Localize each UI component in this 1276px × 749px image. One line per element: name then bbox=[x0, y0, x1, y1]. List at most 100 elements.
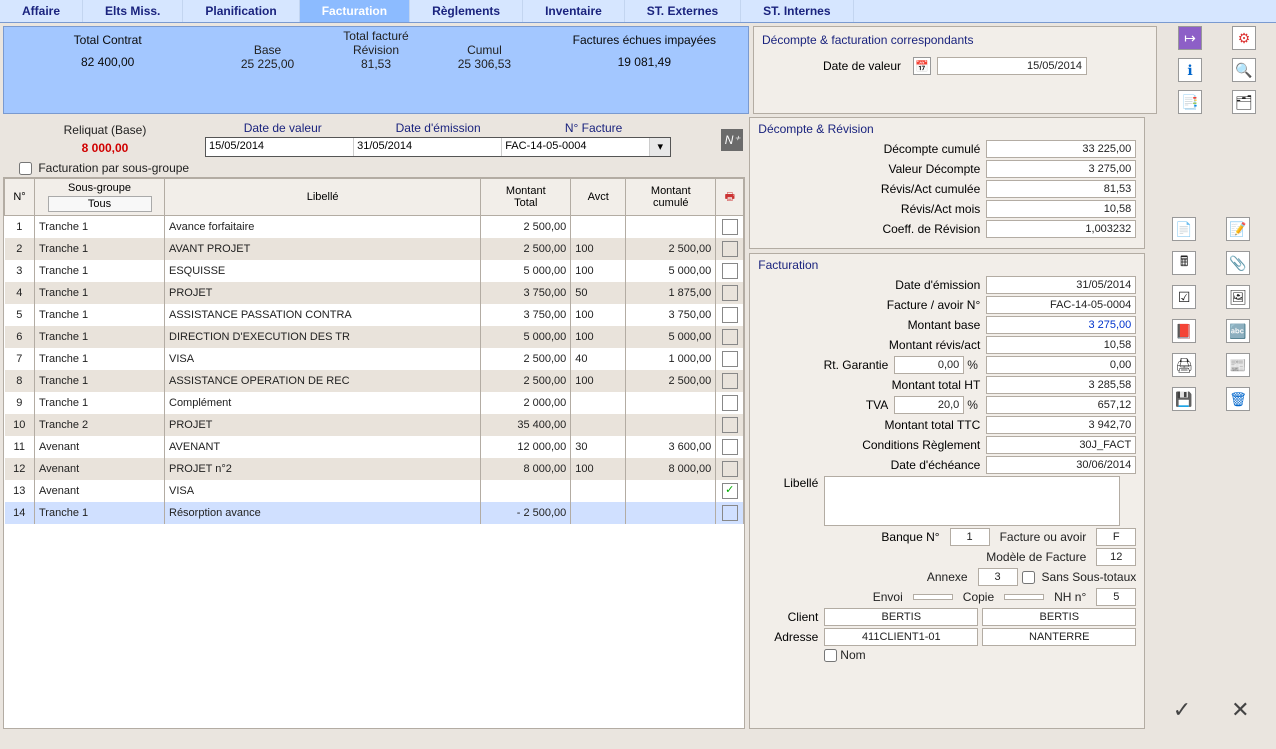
envoi-label: Envoi bbox=[867, 590, 909, 604]
adresse-field-1[interactable]: 411CLIENT1-01 bbox=[824, 628, 978, 646]
info-icon[interactable]: ℹ bbox=[1178, 58, 1202, 82]
row-checkbox[interactable] bbox=[722, 219, 738, 235]
tab-inventaire[interactable]: Inventaire bbox=[523, 0, 625, 22]
copie-field[interactable] bbox=[1004, 594, 1044, 600]
sous-groupe-label: Facturation par sous-groupe bbox=[38, 161, 189, 175]
total-facture-group: Total facturé Base25 225,00 Révision81,5… bbox=[211, 27, 540, 113]
envoi-field[interactable] bbox=[913, 594, 953, 600]
montant-revis-field[interactable]: 10,58 bbox=[986, 336, 1136, 354]
tab-eltsmiss[interactable]: Elts Miss. bbox=[83, 0, 183, 22]
table-row[interactable]: 11AvenantAVENANT12 000,00303 600,00 bbox=[5, 436, 744, 458]
tva-label: TVA bbox=[758, 398, 894, 412]
tab-planification[interactable]: Planification bbox=[183, 0, 299, 22]
col-sousgroupe[interactable]: Sous-groupeTous bbox=[35, 179, 165, 216]
table-row[interactable]: 5Tranche 1ASSISTANCE PASSATION CONTRA3 7… bbox=[5, 304, 744, 326]
total-contrat: Total Contrat 82 400,00 bbox=[4, 27, 211, 113]
tab-stinternes[interactable]: ST. Internes bbox=[741, 0, 853, 22]
calendar-icon[interactable]: 📅 bbox=[913, 57, 931, 75]
banque-field[interactable]: 1 bbox=[950, 528, 990, 546]
annexe-field[interactable]: 3 bbox=[978, 568, 1018, 586]
rt-garantie-val[interactable]: 0,00 bbox=[986, 356, 1136, 374]
calculator-icon[interactable]: 🖩 bbox=[1172, 251, 1196, 275]
montant-base-field[interactable]: 3 275,00 bbox=[986, 316, 1136, 334]
tab-affaire[interactable]: Affaire bbox=[0, 0, 83, 22]
sousgroupe-select[interactable]: Tous bbox=[48, 196, 152, 212]
tab-facturation[interactable]: Facturation bbox=[300, 0, 410, 22]
table-row[interactable]: 7Tranche 1VISA2 500,00401 000,00 bbox=[5, 348, 744, 370]
client-field-2[interactable]: BERTIS bbox=[982, 608, 1136, 626]
table-row[interactable]: 13AvenantVISA bbox=[5, 480, 744, 502]
text-icon[interactable]: 🔤 bbox=[1226, 319, 1250, 343]
table-row[interactable]: 6Tranche 1DIRECTION D'EXECUTION DES TR5 … bbox=[5, 326, 744, 348]
decompte-value: 10,58 bbox=[986, 200, 1136, 218]
row-checkbox[interactable] bbox=[722, 351, 738, 367]
top-icon-rail: ↦ ⚙ ℹ 🔍 📑 🗂 bbox=[1161, 26, 1273, 114]
new-doc-icon[interactable]: 📄 bbox=[1172, 217, 1196, 241]
settings-icon[interactable]: ⚙ bbox=[1232, 26, 1256, 50]
date-emission-field[interactable]: 31/05/2014 bbox=[986, 276, 1136, 294]
libelle-field[interactable] bbox=[824, 476, 1120, 526]
row-checkbox[interactable] bbox=[722, 373, 738, 389]
row-checkbox[interactable] bbox=[722, 329, 738, 345]
date-valeur-value[interactable]: 15/05/2014 bbox=[937, 57, 1087, 75]
row-checkbox[interactable] bbox=[722, 285, 738, 301]
table-row[interactable]: 4Tranche 1PROJET3 750,00501 875,00 bbox=[5, 282, 744, 304]
rt-garantie-pct[interactable]: 0,00 bbox=[894, 356, 964, 374]
facture-avoir-field[interactable]: F bbox=[1096, 528, 1136, 546]
image-icon[interactable]: 🖼 bbox=[1226, 285, 1250, 309]
cumul-label: Cumul bbox=[467, 43, 502, 57]
facture-num-field[interactable]: FAC-14-05-0004 bbox=[986, 296, 1136, 314]
modele-field[interactable]: 12 bbox=[1096, 548, 1136, 566]
tab-rglements[interactable]: Règlements bbox=[410, 0, 523, 22]
export-icon[interactable]: ↦ bbox=[1178, 26, 1202, 50]
row-checkbox[interactable] bbox=[722, 439, 738, 455]
row-checkbox[interactable] bbox=[722, 307, 738, 323]
export-pdf-icon[interactable]: 📰 bbox=[1226, 353, 1250, 377]
chevron-down-icon[interactable]: ▾ bbox=[650, 138, 670, 156]
pdf-icon[interactable]: 📕 bbox=[1172, 319, 1196, 343]
report-icon[interactable]: 📑 bbox=[1178, 90, 1202, 114]
row-checkbox[interactable] bbox=[722, 417, 738, 433]
row-checkbox[interactable] bbox=[722, 241, 738, 257]
echeance-field[interactable]: 30/06/2014 bbox=[986, 456, 1136, 474]
table-row[interactable]: 10Tranche 2PROJET35 400,00 bbox=[5, 414, 744, 436]
adresse-field-2[interactable]: NANTERRE bbox=[982, 628, 1136, 646]
conditions-field[interactable]: 30J_FACT bbox=[986, 436, 1136, 454]
table-row[interactable]: 14Tranche 1Résorption avance- 2 500,00 bbox=[5, 502, 744, 524]
print-icon[interactable]: 🖨 bbox=[1172, 353, 1196, 377]
printer-icon[interactable]: 🖶 bbox=[725, 191, 735, 203]
check-doc-icon[interactable]: ☑ bbox=[1172, 285, 1196, 309]
edit-doc-icon[interactable]: 📝 bbox=[1226, 217, 1250, 241]
cancel-button[interactable]: ✕ bbox=[1231, 697, 1249, 723]
search-icon[interactable]: 🔍 bbox=[1232, 58, 1256, 82]
sans-soustotaux-checkbox[interactable] bbox=[1022, 571, 1035, 584]
table-row[interactable]: 8Tranche 1ASSISTANCE OPERATION DE REC2 5… bbox=[5, 370, 744, 392]
database-icon[interactable]: 🗑 bbox=[1226, 387, 1250, 411]
attach-icon[interactable]: 📎 bbox=[1226, 251, 1250, 275]
row-checkbox[interactable] bbox=[722, 263, 738, 279]
save-icon[interactable]: 💾 bbox=[1172, 387, 1196, 411]
nom-checkbox[interactable] bbox=[824, 649, 837, 662]
tab-stexternes[interactable]: ST. Externes bbox=[625, 0, 741, 22]
list-icon[interactable]: 🗂 bbox=[1232, 90, 1256, 114]
sous-groupe-checkbox[interactable] bbox=[19, 162, 32, 175]
table-row[interactable]: 3Tranche 1ESQUISSE5 000,001005 000,00 bbox=[5, 260, 744, 282]
tva-pct[interactable]: 20,0 bbox=[894, 396, 964, 414]
row-checkbox[interactable] bbox=[722, 461, 738, 477]
table-row[interactable]: 9Tranche 1Complément2 000,00 bbox=[5, 392, 744, 414]
na-button[interactable]: N⁺ bbox=[721, 129, 743, 151]
row-checkbox[interactable] bbox=[722, 505, 738, 521]
row-checkbox[interactable] bbox=[722, 483, 738, 499]
table-row[interactable]: 1Tranche 1Avance forfaitaire2 500,00 bbox=[5, 216, 744, 239]
date-valeur-label: Date de valeur bbox=[823, 59, 907, 73]
table-row[interactable]: 12AvenantPROJET n°28 000,001008 000,00 bbox=[5, 458, 744, 480]
nh-field[interactable]: 5 bbox=[1096, 588, 1136, 606]
col-print[interactable]: 🖶 bbox=[716, 179, 744, 216]
row-checkbox[interactable] bbox=[722, 395, 738, 411]
client-field-1[interactable]: BERTIS bbox=[824, 608, 978, 626]
confirm-button[interactable]: ✓ bbox=[1173, 697, 1191, 723]
table-row[interactable]: 2Tranche 1AVANT PROJET2 500,001002 500,0… bbox=[5, 238, 744, 260]
factures-echues-value: 19 081,49 bbox=[543, 55, 746, 69]
right-icon-rail: 📄 📝 🖩 📎 ☑ 🖼 📕 🔤 🖨 📰 💾 🗑 ✓ ✕ bbox=[1149, 117, 1273, 729]
facture-combo[interactable]: 15/05/2014 31/05/2014 FAC-14-05-0004 ▾ bbox=[205, 137, 671, 157]
